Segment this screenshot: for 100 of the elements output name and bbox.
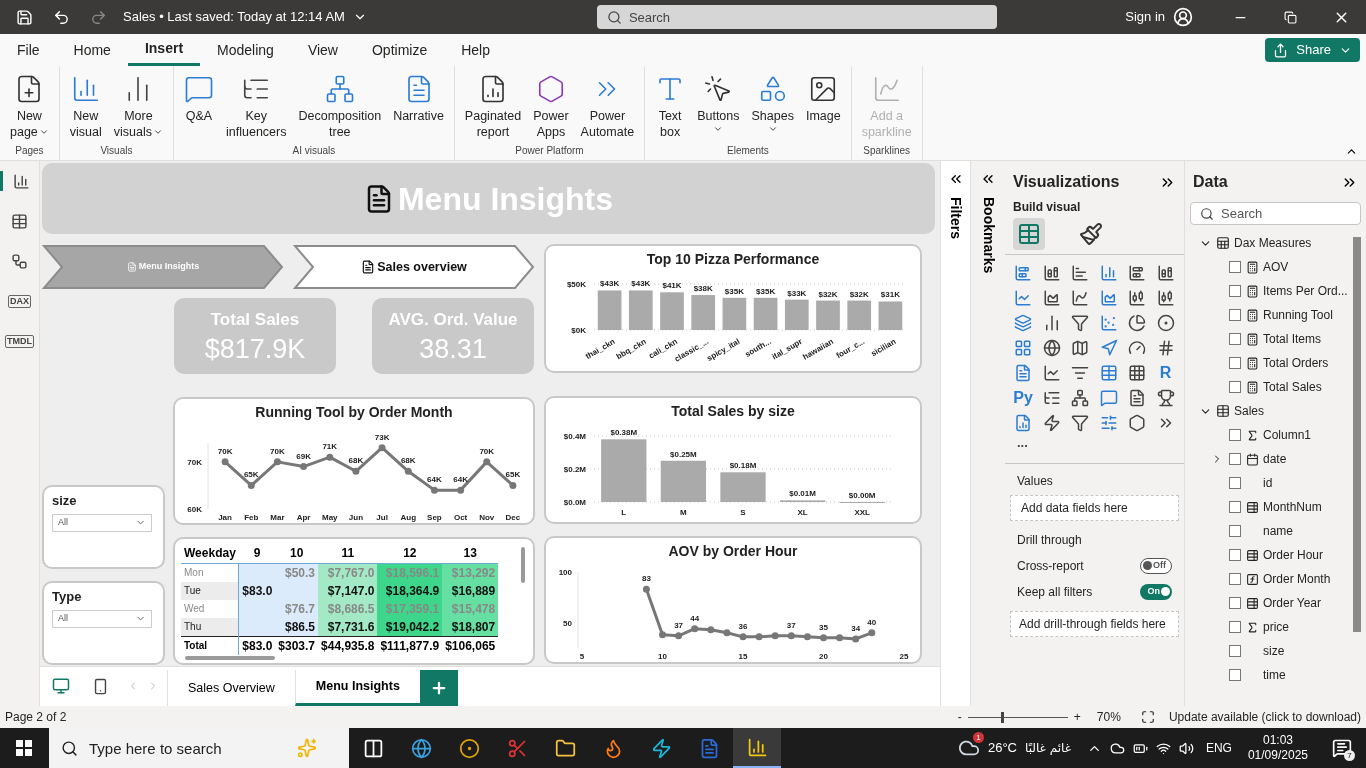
- tree-item[interactable]: date: [1185, 447, 1366, 471]
- menu-tab[interactable]: Help: [444, 34, 507, 66]
- menu-tab[interactable]: Home: [56, 34, 128, 66]
- tree-item[interactable]: Total Sales: [1185, 375, 1366, 399]
- tree-item[interactable]: Order Hour: [1185, 543, 1366, 567]
- visual-type-button[interactable]: Py: [1013, 388, 1033, 408]
- tree-item[interactable]: Dax Measures: [1185, 231, 1366, 255]
- group-label: Visuals: [99, 144, 134, 158]
- value-label: 71K: [322, 442, 338, 452]
- value-label: $0.25M: [670, 449, 697, 459]
- axis-label: $0.2M: [563, 465, 586, 474]
- group-label: Pages: [14, 144, 45, 158]
- ribbon-button[interactable]: Power Apps: [529, 74, 573, 143]
- value-label: $0.01M: [789, 489, 816, 499]
- group-label: Elements: [726, 144, 770, 158]
- tree-item[interactable]: name: [1185, 519, 1366, 543]
- tree-item[interactable]: Items Per Ord...: [1185, 279, 1366, 303]
- value-label: 34: [851, 623, 861, 633]
- tree-item[interactable]: Order Year: [1185, 591, 1366, 615]
- filters-pane-label[interactable]: Filters: [945, 197, 966, 239]
- ribbon-button[interactable]: Power Automate: [576, 74, 639, 143]
- ribbon-button[interactable]: Image: [801, 74, 845, 143]
- chart-title: Total Sales by size: [671, 402, 795, 421]
- value-label: 69K: [296, 451, 311, 461]
- dropdown-field[interactable]: All: [52, 513, 152, 532]
- toggle-label: Cross-report: [1017, 557, 1084, 575]
- tree-item[interactable]: time: [1185, 663, 1366, 687]
- tree-item[interactable]: Column1: [1185, 423, 1366, 447]
- value-label: 37: [786, 620, 796, 630]
- ribbon-button[interactable]: Key influencers: [222, 74, 291, 143]
- toggle-label: Keep all filters: [1017, 583, 1093, 601]
- axis-label: XXL: [854, 508, 870, 517]
- column-header: 11: [318, 543, 378, 563]
- ribbon-button[interactable]: Text box: [651, 74, 690, 143]
- weather-badge: 1: [972, 732, 984, 743]
- tree-item[interactable]: size: [1185, 639, 1366, 663]
- ribbon-button[interactable]: Buttons: [693, 74, 744, 143]
- dropdown-field[interactable]: All: [52, 609, 152, 628]
- menu-tab[interactable]: File: [0, 34, 57, 66]
- ribbon-button[interactable]: New page: [6, 74, 53, 143]
- value-label: 83: [641, 574, 651, 584]
- column-header: 9: [238, 543, 276, 563]
- ribbon-button[interactable]: Decomposition tree: [294, 74, 386, 143]
- clock[interactable]: 01:03 01/09/2025: [1247, 733, 1308, 763]
- axis-label: $0.0M: [563, 498, 586, 507]
- page-tab[interactable]: Menu Insights: [294, 670, 420, 706]
- value-label: 64K: [427, 475, 442, 485]
- group-label: Power Platform: [514, 144, 585, 158]
- view-nav-item[interactable]: DAX: [0, 291, 40, 311]
- row-header: Mon: [181, 563, 239, 582]
- tree-item[interactable]: AOV: [1185, 255, 1366, 279]
- menu-tab[interactable]: Optimize: [354, 34, 445, 66]
- ribbon-button[interactable]: Q&A: [180, 74, 218, 143]
- toggle-switch[interactable]: On: [1140, 583, 1172, 600]
- table-cell: $44,935.8: [318, 636, 378, 655]
- taskbar-search-field[interactable]: Type here to search: [49, 728, 349, 768]
- tree-item[interactable]: price: [1185, 615, 1366, 639]
- language-indicator[interactable]: ENG: [1205, 739, 1232, 757]
- value-label: 64K: [453, 475, 468, 485]
- value-label: 70K: [270, 446, 285, 456]
- axis-label: XL: [797, 508, 808, 517]
- axis-label: Sep: [427, 513, 442, 522]
- value-label: $41K: [662, 281, 682, 291]
- menu-tab[interactable]: View: [290, 34, 355, 66]
- table-cell: $50.3: [275, 563, 319, 582]
- table-cell: $18,596.1: [377, 563, 443, 582]
- search-field[interactable]: Search: [1190, 202, 1361, 225]
- more-visuals-link[interactable]: ...: [1005, 433, 1184, 453]
- tree-item[interactable]: Total Orders: [1185, 351, 1366, 375]
- zoom-in-button[interactable]: +: [1073, 708, 1081, 726]
- tree-item[interactable]: Order Month: [1185, 567, 1366, 591]
- tree-item[interactable]: id: [1185, 471, 1366, 495]
- tree-item[interactable]: MonthNum: [1185, 495, 1366, 519]
- sign-in-link[interactable]: Sign in: [1125, 7, 1165, 27]
- value-label: $35K: [724, 286, 744, 296]
- update-link[interactable]: Update available (click to download): [1168, 708, 1361, 726]
- ribbon-button[interactable]: Shapes: [747, 74, 798, 143]
- menu-tab[interactable]: Insert: [127, 34, 201, 66]
- menu-tab[interactable]: Modeling: [200, 34, 291, 66]
- page-nav-button[interactable]: Sales overview: [293, 244, 535, 290]
- tree-item[interactable]: Total Items: [1185, 327, 1366, 351]
- share-button[interactable]: Share: [1265, 38, 1360, 62]
- tree-item[interactable]: Sales: [1185, 399, 1366, 423]
- toggle-switch[interactable]: Off: [1140, 557, 1172, 574]
- column-header: Weekday: [181, 543, 239, 563]
- visual-type-button[interactable]: R: [1155, 363, 1176, 383]
- ribbon-button[interactable]: More visuals: [109, 74, 167, 143]
- ribbon-button[interactable]: New visual: [65, 74, 106, 143]
- ribbon-button[interactable]: Paginated report: [460, 74, 526, 143]
- value-label: 44: [690, 613, 700, 623]
- value-label: 37: [674, 620, 684, 630]
- bookmarks-pane-label[interactable]: Bookmarks: [977, 197, 999, 274]
- column-header: 13: [442, 543, 499, 563]
- table-cell: $303.7: [275, 636, 319, 655]
- axis-label: 5: [579, 652, 585, 661]
- search-field[interactable]: Search: [596, 5, 997, 29]
- axis-label: Jun: [348, 513, 364, 522]
- ribbon-button[interactable]: Narrative: [389, 74, 448, 143]
- zoom-out-button[interactable]: -: [957, 708, 962, 726]
- tree-item[interactable]: Running Tool: [1185, 303, 1366, 327]
